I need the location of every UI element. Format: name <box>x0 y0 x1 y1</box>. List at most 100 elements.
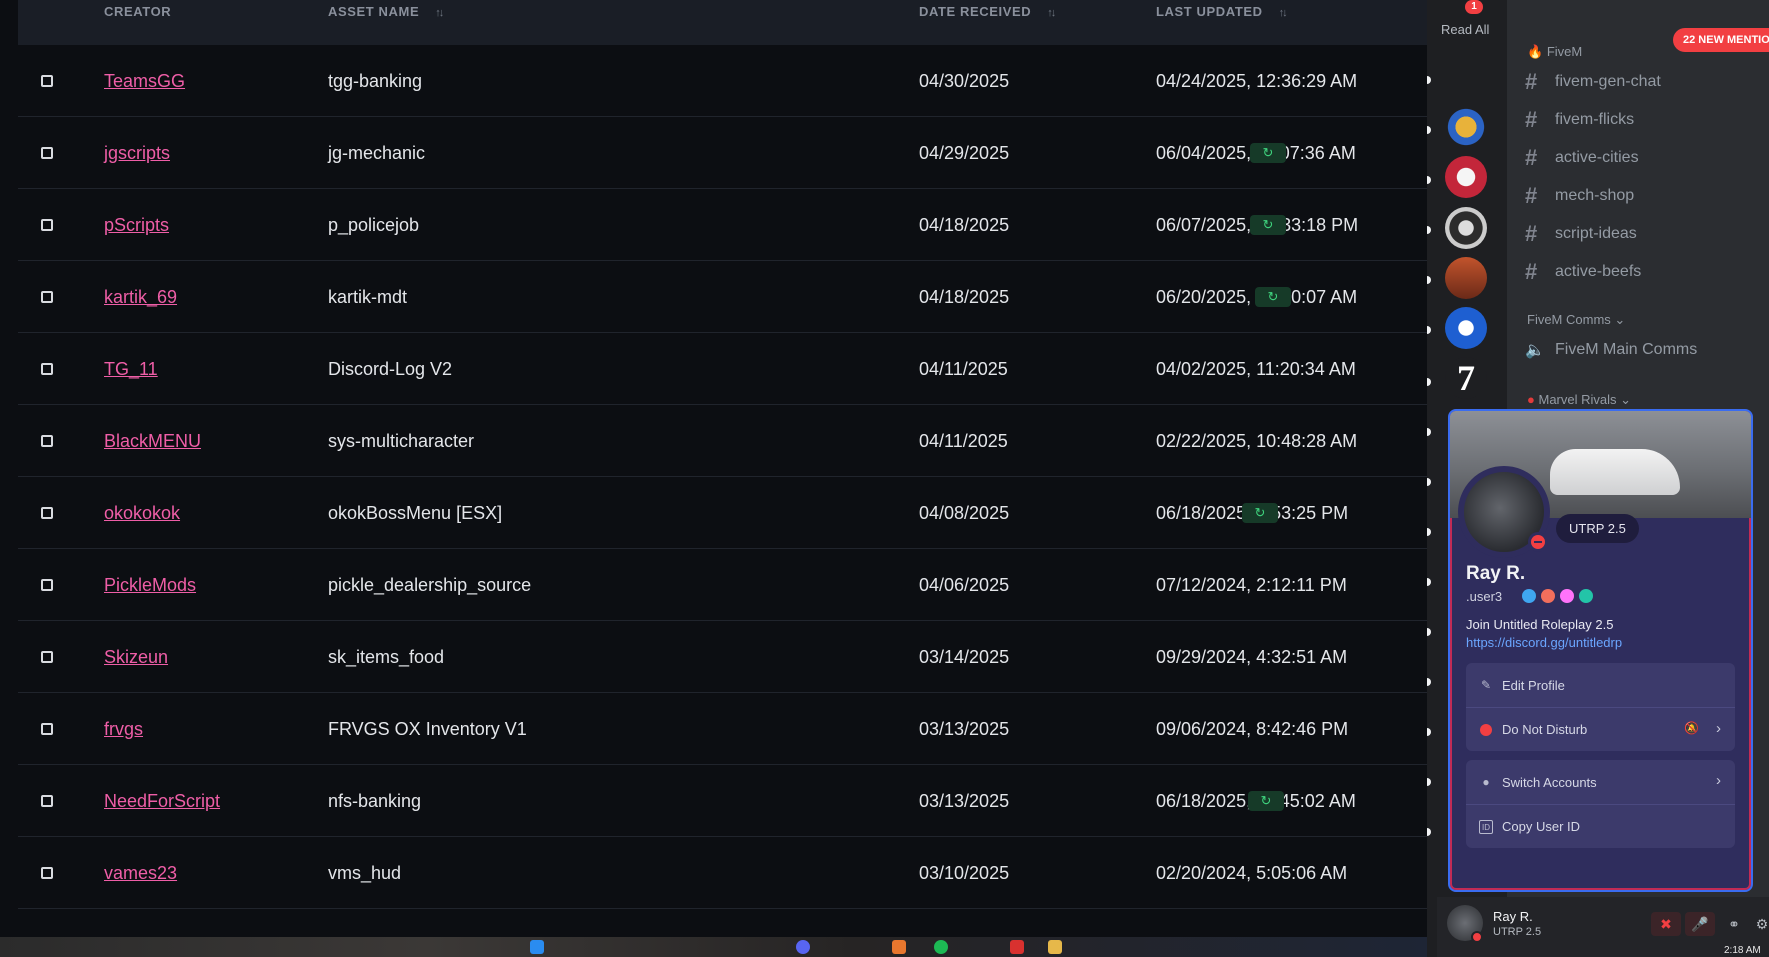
creator-link[interactable]: TeamsGG <box>104 45 185 117</box>
hash-badge-icon[interactable] <box>1579 589 1593 603</box>
gear-icon[interactable]: ⚙ <box>1747 912 1769 936</box>
server-icon-seven[interactable]: 7 <box>1445 357 1487 399</box>
column-header-asset-name[interactable]: ASSET NAME ↑↓ <box>328 4 444 19</box>
date-received: 04/08/2025 <box>919 502 1010 523</box>
switch-accounts-button[interactable]: ● Switch Accounts › <box>1466 760 1735 804</box>
channel-mech-shop[interactable]: # mech-shop <box>1525 180 1634 212</box>
column-header-last-updated[interactable]: LAST UPDATED ↑↓ <box>1156 4 1288 19</box>
refresh-icon[interactable]: ↻ <box>1250 143 1286 163</box>
app-taskbar-icon[interactable] <box>1010 940 1024 954</box>
row-checkbox[interactable] <box>41 651 53 663</box>
creator-link[interactable]: Skizeun <box>104 621 168 693</box>
channel-label: FiveM Main Comms <box>1555 341 1698 358</box>
user-panel-name[interactable]: Ray R. <box>1493 909 1533 924</box>
do-not-disturb-button[interactable]: Do Not Disturb 🔕 › <box>1466 707 1735 751</box>
table-row[interactable]: TG_11 Discord-Log V2 04/11/2025 04/02/2025,… <box>18 333 1427 405</box>
profile-bio-link[interactable]: https://discord.gg/untitledrp <box>1466 635 1622 650</box>
server-icon-police[interactable] <box>1445 106 1487 148</box>
creator-link[interactable]: PickleMods <box>104 549 196 621</box>
table-row[interactable]: PickleMods pickle_dealership_source 04/06/… <box>18 549 1427 621</box>
creator-link[interactable]: vames23 <box>104 837 177 909</box>
copy-user-id-button[interactable]: ID Copy User ID <box>1466 804 1735 848</box>
creator-link[interactable]: NeedForScript <box>104 765 220 837</box>
headphones-icon[interactable]: ⚭ <box>1719 912 1749 936</box>
row-checkbox[interactable] <box>41 291 53 303</box>
creator-link[interactable]: jgscripts <box>104 117 170 189</box>
table-row[interactable]: okokokok okokBossMenu [ESX] 04/08/2025 06/1… <box>18 477 1427 549</box>
column-header-creator[interactable]: CREATOR <box>104 4 171 19</box>
table-row[interactable]: jgscripts jg-mechanic 04/29/2025 06/04/2025… <box>18 117 1427 189</box>
row-checkbox[interactable] <box>41 147 53 159</box>
refresh-icon[interactable]: ↻ <box>1248 791 1284 811</box>
row-checkbox[interactable] <box>41 363 53 375</box>
banner-car-image <box>1550 449 1680 495</box>
unread-pill <box>1427 628 1431 636</box>
server-icon-freedom[interactable] <box>1445 307 1487 349</box>
voice-channel-fivem-main-comms[interactable]: 🔈 FiveM Main Comms <box>1525 334 1697 366</box>
row-checkbox[interactable] <box>41 795 53 807</box>
channel-active-beefs[interactable]: # active-beefs <box>1525 256 1641 288</box>
folder-taskbar-icon[interactable] <box>1048 940 1062 954</box>
refresh-icon[interactable]: ↻ <box>1250 215 1286 235</box>
refresh-icon[interactable]: ↻ <box>1255 287 1291 307</box>
creator-link[interactable]: kartik_69 <box>104 261 177 333</box>
row-checkbox[interactable] <box>41 219 53 231</box>
unread-pill <box>1427 578 1431 586</box>
custom-status-bubble[interactable]: UTRP 2.5 <box>1556 514 1639 543</box>
creator-link[interactable]: okokokok <box>104 477 180 549</box>
creator-link[interactable]: TG_11 <box>104 333 158 405</box>
bell-slash-icon: 🔕 <box>1684 721 1699 735</box>
inbox-badge: 1 <box>1465 0 1483 14</box>
date-received: 04/18/2025 <box>919 214 1010 235</box>
server-icon-worldwide[interactable] <box>1445 156 1487 198</box>
row-checkbox[interactable] <box>41 435 53 447</box>
creator-link[interactable]: pScripts <box>104 189 169 261</box>
row-checkbox[interactable] <box>41 579 53 591</box>
channel-active-cities[interactable]: # active-cities <box>1525 142 1639 174</box>
app-taskbar-icon[interactable] <box>892 940 906 954</box>
table-row[interactable]: NeedForScript nfs-banking 03/13/2025 06/18/… <box>18 765 1427 837</box>
channel-fivem-flicks[interactable]: # fivem-flicks <box>1525 104 1634 136</box>
sort-icon[interactable]: ↑↓ <box>1279 7 1288 19</box>
last-updated: 09/06/2024, 8:42:46 PM <box>1156 718 1349 739</box>
table-row[interactable]: Skizeun sk_items_food 03/14/2025 09/29/2024… <box>18 621 1427 693</box>
mic-muted-icon[interactable]: 🎤 <box>1685 912 1715 936</box>
row-checkbox[interactable] <box>41 723 53 735</box>
asset-name: sys-multicharacter <box>328 430 475 451</box>
edit-profile-button[interactable]: ✎ Edit Profile <box>1466 663 1735 707</box>
sort-icon[interactable]: ↑↓ <box>435 7 444 19</box>
server-icon-seal[interactable] <box>1445 207 1487 249</box>
spotify-taskbar-icon[interactable] <box>934 940 948 954</box>
channel-fivem-gen-chat[interactable]: # fivem-gen-chat <box>1525 66 1661 98</box>
read-all-button[interactable]: Read All <box>1441 22 1489 37</box>
camera-off-icon[interactable]: ✖ <box>1651 912 1681 936</box>
sort-icon[interactable]: ↑↓ <box>1047 7 1056 19</box>
category-marvel-rivals[interactable]: ● Marvel Rivals ⌄ <box>1527 392 1631 408</box>
category-fivem-comms[interactable]: FiveM Comms ⌄ <box>1527 312 1625 328</box>
server-icon-california[interactable] <box>1445 257 1487 299</box>
unread-pill <box>1427 778 1431 786</box>
table-row[interactable]: frvgs FRVGS OX Inventory V1 03/13/2025 09/0… <box>18 693 1427 765</box>
new-mentions-badge[interactable]: 22 NEW MENTIONS <box>1673 28 1769 52</box>
channel-script-ideas[interactable]: # script-ideas <box>1525 218 1637 250</box>
category-fivem[interactable]: 🔥 FiveM <box>1527 44 1582 60</box>
table-row[interactable]: kartik_69 kartik-mdt 04/18/2025 06/20/2025,… <box>18 261 1427 333</box>
row-checkbox[interactable] <box>41 867 53 879</box>
row-checkbox[interactable] <box>41 507 53 519</box>
creator-link[interactable]: frvgs <box>104 693 143 765</box>
hypesquad-badge-icon[interactable] <box>1541 589 1555 603</box>
table-row[interactable]: vames23 vms_hud 03/10/2025 02/20/2024, 5:05… <box>18 837 1427 909</box>
asset-name: sk_items_food <box>328 646 445 667</box>
boost-badge-icon[interactable] <box>1560 589 1574 603</box>
start-icon[interactable] <box>530 940 544 954</box>
nitro-badge-icon[interactable] <box>1522 589 1536 603</box>
table-row[interactable]: BlackMENU sys-multicharacter 04/11/2025 02/… <box>18 405 1427 477</box>
table-row[interactable]: TeamsGG tgg-banking 04/30/2025 04/24/2025, … <box>18 45 1427 117</box>
creator-link[interactable]: BlackMENU <box>104 405 201 477</box>
table-row[interactable]: pScripts p_policejob 04/18/2025 06/07/2025,… <box>18 189 1427 261</box>
table-header: CREATOR ASSET NAME ↑↓ DATE RECEIVED ↑↓ LAS… <box>18 0 1427 45</box>
row-checkbox[interactable] <box>41 75 53 87</box>
refresh-icon[interactable]: ↻ <box>1242 503 1278 523</box>
discord-taskbar-icon[interactable] <box>796 940 810 954</box>
column-header-date-received[interactable]: DATE RECEIVED ↑↓ <box>919 4 1056 19</box>
